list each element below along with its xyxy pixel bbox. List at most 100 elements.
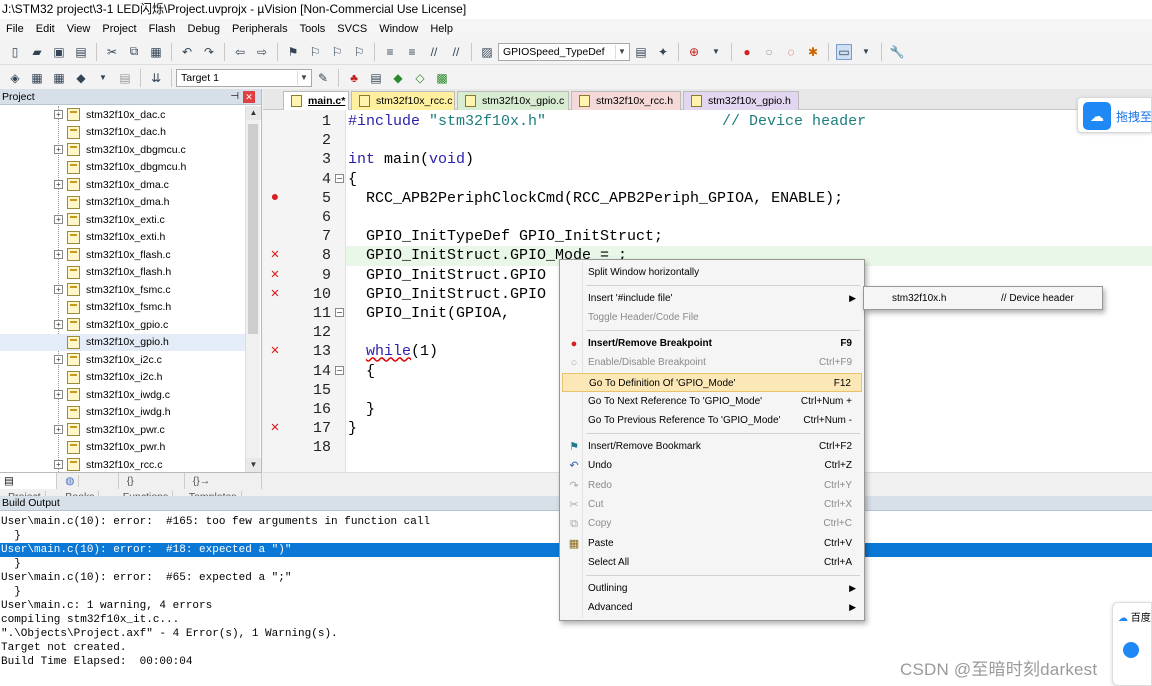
menu-goto-next-reference[interactable]: Go To Next Reference To 'GPIO_Mode' Ctrl+…	[562, 392, 862, 411]
disable-all-breakpoints-icon[interactable]: ◌	[783, 44, 799, 60]
menu-insert-breakpoint[interactable]: ● Insert/Remove Breakpoint F9	[562, 334, 862, 353]
scroll-up-icon[interactable]: ▲	[246, 106, 261, 120]
prev-bookmark-icon[interactable]: ⚐	[307, 44, 323, 60]
clear-bookmarks-icon[interactable]: ⚐	[351, 44, 367, 60]
baidu-side-card[interactable]: ☁ 百度	[1112, 602, 1152, 686]
tree-file-item[interactable]: + stm32f10x_dac.c	[0, 106, 245, 124]
menu-tools[interactable]: Tools	[294, 19, 332, 39]
copy-icon[interactable]: ⧉	[126, 44, 142, 60]
expand-icon[interactable]: +	[54, 425, 63, 435]
submenu-include-file[interactable]: stm32f10x.h	[892, 293, 946, 304]
tree-file-item[interactable]: + stm32f10x_exti.c	[0, 211, 245, 229]
menu-help[interactable]: Help	[424, 19, 459, 39]
baidu-drag-widget[interactable]: ☁ 拖拽至	[1077, 97, 1152, 133]
fold-toggle-icon[interactable]: −	[335, 308, 344, 317]
rebuild-icon[interactable]: ▦	[51, 70, 67, 86]
fold-toggle-icon[interactable]: −	[335, 365, 344, 375]
configure-icon[interactable]: 🔧	[889, 44, 905, 60]
next-bookmark-icon[interactable]: ⚐	[329, 44, 345, 60]
tree-file-item[interactable]: stm32f10x_gpio.h	[0, 333, 245, 351]
expand-icon[interactable]: +	[54, 215, 63, 225]
menu-view[interactable]: View	[61, 19, 97, 39]
tree-file-item[interactable]: stm32f10x_pwr.h	[0, 439, 245, 457]
select-pack-icon[interactable]: ▩	[434, 70, 450, 86]
window-layout-icon[interactable]: ▭	[836, 43, 852, 60]
tree-file-item[interactable]: stm32f10x_exti.h	[0, 229, 245, 247]
menu-debug[interactable]: Debug	[182, 19, 226, 39]
tree-file-item[interactable]: stm32f10x_fsmc.h	[0, 299, 245, 317]
nav-back-icon[interactable]: ⇦	[232, 44, 248, 60]
fold-toggle-icon[interactable]: −	[335, 173, 344, 183]
tab-gpio-h[interactable]: stm32f10x_gpio.h	[683, 91, 799, 110]
tree-file-item[interactable]: + stm32f10x_rcc.c	[0, 456, 245, 472]
dropdown-arrow-icon[interactable]: ▼	[95, 70, 111, 86]
expand-icon[interactable]: +	[54, 320, 63, 330]
code-line[interactable]: }	[348, 400, 375, 419]
menu-goto-prev-reference[interactable]: Go To Previous Reference To 'GPIO_Mode' C…	[562, 411, 862, 430]
expand-icon[interactable]: +	[54, 355, 63, 365]
close-icon[interactable]: ✕	[243, 91, 255, 103]
menu-window[interactable]: Window	[373, 19, 424, 39]
code-line[interactable]: {	[348, 170, 357, 189]
cut-icon[interactable]: ✂	[104, 44, 120, 60]
menu-project[interactable]: Project	[96, 19, 142, 39]
code-line[interactable]: {	[348, 362, 375, 381]
expand-icon[interactable]: +	[54, 110, 63, 120]
expand-icon[interactable]: +	[54, 145, 63, 155]
menu-outlining[interactable]: Outlining ▶	[562, 579, 862, 598]
unindent-icon[interactable]: ≡	[404, 44, 420, 60]
code-line[interactable]: while(1)	[348, 342, 438, 361]
menu-advanced[interactable]: Advanced ▶	[562, 598, 862, 617]
code-line[interactable]: RCC_APB2PeriphClockCmd(RCC_APB2Periph_GP…	[348, 189, 843, 208]
menu-enable-breakpoint[interactable]: ○ Enable/Disable Breakpoint Ctrl+F9	[562, 353, 862, 372]
menu-copy[interactable]: ⧉ Copy Ctrl+C	[562, 514, 862, 533]
code-line[interactable]: }	[348, 419, 357, 438]
tab-functions[interactable]: {} Functions	[119, 473, 185, 503]
kill-breakpoints-icon[interactable]: ✱	[805, 44, 821, 60]
menu-flash[interactable]: Flash	[143, 19, 182, 39]
uncomment-icon[interactable]: //	[448, 44, 464, 60]
build-line[interactable]: Target not created.	[0, 641, 1152, 655]
tree-file-item[interactable]: stm32f10x_dma.h	[0, 194, 245, 212]
tab-templates[interactable]: {}→ Templates	[185, 473, 263, 503]
dropdown-arrow-icon[interactable]: ▼	[858, 44, 874, 60]
tree-file-item[interactable]: + stm32f10x_dbgmcu.c	[0, 141, 245, 159]
paste-icon[interactable]: ▦	[148, 44, 164, 60]
rte-icon[interactable]: ◇	[412, 70, 428, 86]
nav-forward-icon[interactable]: ⇨	[254, 44, 270, 60]
menu-paste[interactable]: ▦ Paste Ctrl+V	[562, 534, 862, 553]
tree-file-item[interactable]: + stm32f10x_dma.c	[0, 176, 245, 194]
comment-icon[interactable]: //	[426, 44, 442, 60]
menu-toggle-header[interactable]: Toggle Header/Code File	[562, 308, 862, 327]
code-line[interactable]: #include "stm32f10x.h" // Device header	[348, 112, 866, 131]
code-line[interactable]: GPIO_InitTypeDef GPIO_InitStruct;	[348, 227, 663, 246]
expand-icon[interactable]: +	[54, 250, 63, 260]
pack-installer-icon[interactable]: ◆	[390, 70, 406, 86]
expand-icon[interactable]: +	[54, 180, 63, 190]
expand-icon[interactable]: +	[54, 285, 63, 295]
target-combo[interactable]: Target 1 ▼	[176, 68, 312, 87]
code-line[interactable]: GPIO_InitStruct.GPIO	[348, 266, 546, 285]
pin-icon[interactable]: ⊣	[230, 89, 239, 105]
scroll-thumb[interactable]	[248, 124, 258, 334]
expand-icon[interactable]: +	[54, 390, 63, 400]
disable-breakpoint-icon[interactable]: ○	[761, 44, 777, 60]
stop-build-icon[interactable]: ▤	[117, 70, 133, 86]
menu-insert-include[interactable]: Insert '#include file' ▶	[562, 289, 862, 308]
manage-components-icon[interactable]: ♣	[346, 70, 362, 86]
build-icon[interactable]: ▦	[29, 70, 45, 86]
tree-scrollbar[interactable]: ▲ ▼	[245, 106, 261, 472]
tab-project[interactable]: ▤ Project	[0, 473, 58, 503]
tree-file-item[interactable]: + stm32f10x_fsmc.c	[0, 281, 245, 299]
tree-file-item[interactable]: + stm32f10x_iwdg.c	[0, 386, 245, 404]
menu-select-all[interactable]: Select All Ctrl+A	[562, 553, 862, 572]
menu-goto-definition[interactable]: Go To Definition Of 'GPIO_Mode' F12	[562, 373, 862, 392]
bookmark-icon[interactable]: ⚑	[285, 44, 301, 60]
batch-build-icon[interactable]: ◆	[73, 70, 89, 86]
open-file-icon[interactable]: ▰	[29, 44, 45, 60]
tab-gpio-c[interactable]: stm32f10x_gpio.c	[457, 91, 569, 110]
tree-file-item[interactable]: stm32f10x_flash.h	[0, 264, 245, 282]
tree-file-item[interactable]: stm32f10x_dbgmcu.h	[0, 159, 245, 177]
save-all-icon[interactable]: ▤	[73, 44, 89, 60]
indent-icon[interactable]: ≡	[382, 44, 398, 60]
